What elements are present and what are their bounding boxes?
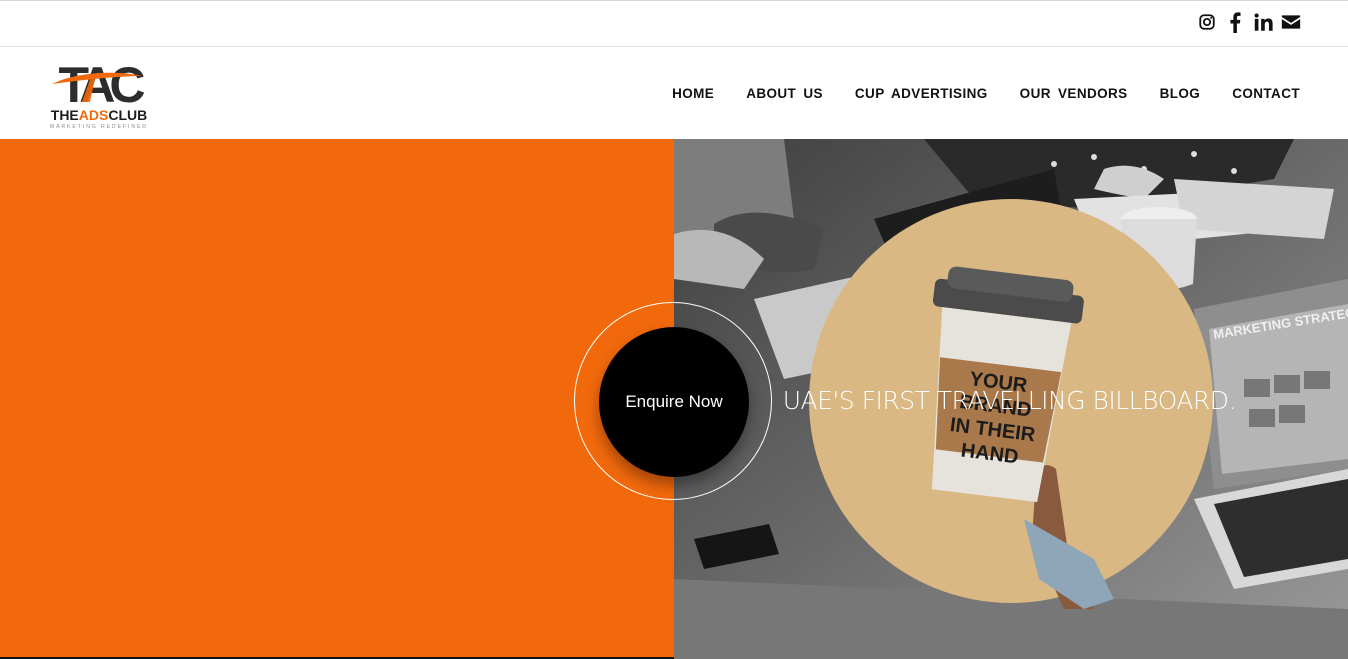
hero-title: UAE'S FIRST TRAVELLING BILLBOARD. (782, 386, 1237, 415)
linkedin-icon[interactable] (1253, 11, 1273, 33)
facebook-icon[interactable] (1225, 11, 1245, 33)
nav-our-vendors[interactable]: OUR VENDORS (1020, 86, 1128, 101)
logo-tagline: MARKETING REDEFINED (49, 124, 148, 130)
hero-banner: MARKETING STRATEGY YOUR BRAND IN THEIR H… (0, 139, 1348, 659)
hero-orange-panel (0, 139, 674, 659)
social-links (1197, 11, 1301, 33)
logo-word-the: THE (50, 107, 79, 123)
enquire-now-button[interactable]: Enquire Now (599, 327, 749, 477)
main-nav: HOME ABOUT US CUP ADVERTISING OUR VENDOR… (672, 86, 1300, 101)
nav-home[interactable]: HOME (672, 86, 714, 101)
logo-word-ads: ADS (78, 107, 109, 123)
logo-mark: TAC (52, 57, 150, 113)
logo-letters: TAC (58, 58, 144, 108)
nav-blog[interactable]: BLOG (1160, 86, 1201, 101)
nav-about-us[interactable]: ABOUT US (746, 86, 823, 101)
envelope-icon[interactable] (1281, 11, 1301, 33)
nav-contact[interactable]: CONTACT (1232, 86, 1300, 101)
nav-cup-advertising[interactable]: CUP ADVERTISING (855, 86, 988, 101)
site-header: TAC THEADSCLUB MARKETING REDEFINED HOME … (0, 48, 1348, 139)
instagram-icon[interactable] (1197, 11, 1217, 33)
logo-word-club: CLUB (108, 107, 148, 123)
brand-logo[interactable]: TAC THEADSCLUB MARKETING REDEFINED (46, 57, 152, 134)
top-bar (0, 1, 1348, 47)
logo-wordmark: THEADSCLUB (46, 107, 152, 123)
